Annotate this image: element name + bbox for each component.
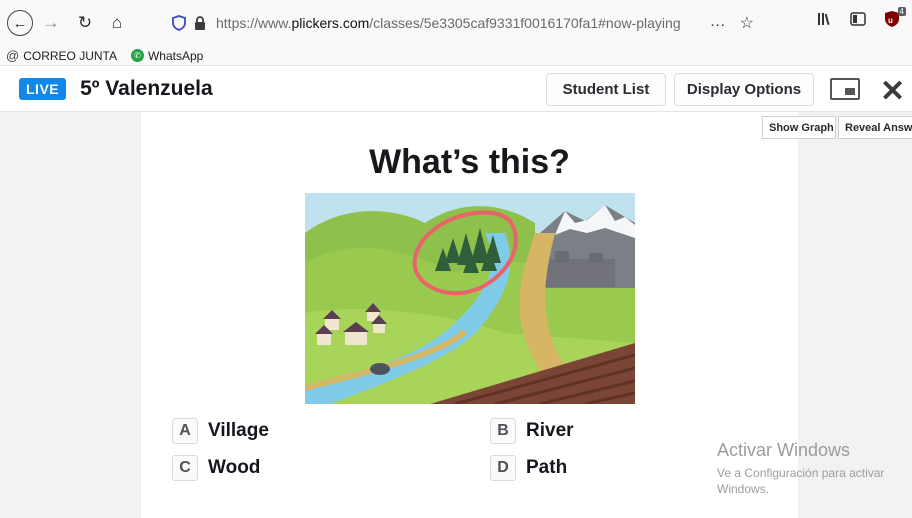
bookmark-whatsapp[interactable]: ✆ WhatsApp (130, 48, 204, 63)
bookmark-star-icon[interactable]: ☆ (740, 13, 754, 33)
left-margin (0, 112, 141, 518)
reveal-answer-button[interactable]: Reveal Answe (838, 116, 912, 139)
bookmark-label: CORREO JUNTA (23, 48, 117, 63)
reload-icon: ↻ (77, 13, 93, 32)
sidebar-icon[interactable] (850, 12, 866, 26)
choice-a: A Village (172, 417, 269, 445)
choice-text: Path (526, 457, 568, 478)
show-graph-button[interactable]: Show Graph (762, 116, 836, 139)
class-name: 5º Valenzuela (80, 76, 213, 100)
choice-letter: B (490, 418, 516, 444)
at-icon: @ (6, 48, 20, 63)
page-actions-icon[interactable]: … (710, 13, 726, 33)
student-list-button[interactable]: Student List (546, 73, 666, 106)
minimize-window-icon[interactable] (830, 78, 860, 100)
live-badge: LIVE (19, 77, 67, 100)
ublock-extension-icon[interactable]: u 4 (884, 7, 906, 28)
choice-text: Wood (208, 457, 261, 478)
forward-arrow-icon: → (42, 13, 60, 32)
choice-letter: D (490, 455, 516, 481)
question-title: What’s this? (369, 143, 570, 181)
browser-toolbar: ← → ↻ ⌂ https://www.plickers.com/classes… (0, 0, 912, 46)
choice-text: River (526, 420, 574, 441)
choice-letter: C (172, 455, 198, 481)
tracking-shield-icon[interactable] (172, 15, 186, 31)
url-text[interactable]: https://www.plickers.com/classes/5e3305c… (216, 15, 681, 31)
home-button[interactable]: ⌂ (104, 10, 130, 36)
choice-text: Village (208, 420, 269, 441)
lock-icon[interactable] (194, 16, 206, 30)
watermark-line1: Ve a Configuración para activar (717, 466, 885, 480)
watermark-line2: Windows. (717, 482, 770, 496)
bookmark-label: WhatsApp (147, 48, 204, 63)
reload-button[interactable]: ↻ (72, 10, 98, 36)
display-options-button[interactable]: Display Options (674, 73, 814, 106)
library-icon[interactable] (816, 11, 832, 27)
windows-activation-watermark: Activar Windows Ve a Configuración para … (717, 440, 907, 497)
home-icon: ⌂ (111, 13, 123, 32)
back-button[interactable]: ← (7, 10, 33, 36)
close-icon[interactable]: ✕ (880, 74, 905, 109)
question-image (305, 193, 635, 404)
choice-d: D Path (490, 454, 567, 482)
bookmarks-bar: @ CORREO JUNTA ✆ WhatsApp (0, 46, 912, 66)
choice-letter: A (172, 418, 198, 444)
back-arrow-icon: ← (12, 14, 28, 32)
svg-text:u: u (888, 16, 893, 25)
bookmark-correo-junta[interactable]: @ CORREO JUNTA (6, 48, 117, 63)
choice-b: B River (490, 417, 574, 445)
ublock-badge: 4 (897, 7, 906, 16)
forward-button[interactable]: → (38, 10, 64, 36)
app-header: LIVE 5º Valenzuela Student List Display … (0, 66, 912, 112)
watermark-title: Activar Windows (717, 440, 851, 460)
address-bar[interactable]: https://www.plickers.com/classes/5e3305c… (172, 9, 756, 37)
whatsapp-icon: ✆ (130, 49, 144, 62)
choice-c: C Wood (172, 454, 260, 482)
